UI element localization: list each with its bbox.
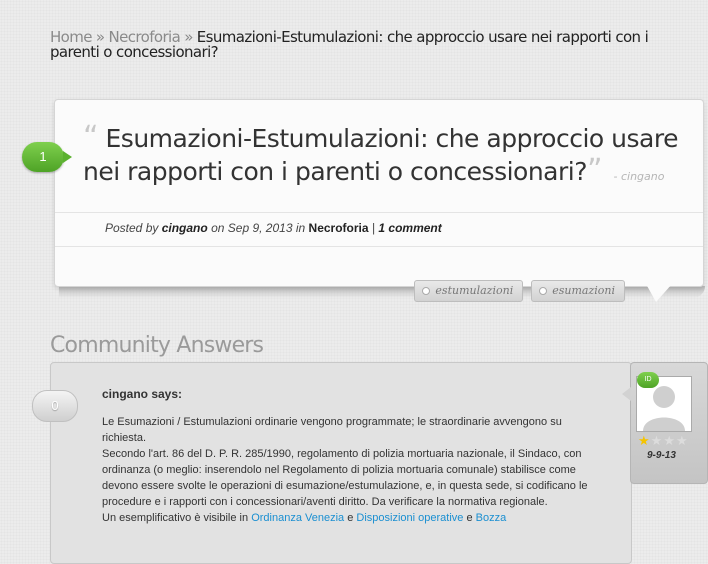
answer-number-badge: 0 [32, 390, 78, 422]
breadcrumb: Home» Necroforia» Esumazioni-Estumulazioni… [50, 30, 690, 60]
star-filled-icon: ★ [638, 433, 651, 448]
tag-estumulazioni[interactable]: estumulazioni [414, 280, 524, 302]
tag-label: esumazioni [552, 284, 615, 297]
post-author-link[interactable]: cingano [162, 221, 208, 235]
answer-paragraph: Secondo l'art. 86 del D. P. R. 285/1990,… [102, 448, 588, 508]
answer-paragraph: Le Esumazioni / Estumulazioni ordinarie … [102, 416, 562, 444]
tag-esumazioni[interactable]: esumazioni [531, 280, 625, 302]
post-meta: Posted by cingano on Sep 9, 2013 in Necr… [105, 221, 442, 235]
meta-divider: | [371, 221, 376, 235]
answer-date: 9-9-13 [647, 450, 676, 461]
question-title: “ Esumazioni-Estumulazioni: che approcci… [83, 122, 683, 193]
divider [55, 246, 703, 247]
tag-hole-icon [422, 287, 431, 295]
speech-tail-icon [646, 284, 672, 302]
in-label: in [295, 221, 306, 235]
section-title: Community Answers [50, 333, 264, 358]
comments-link[interactable]: 1 comment [378, 221, 441, 235]
user-id-badge: ID [637, 372, 659, 388]
link-ordinanza-venezia[interactable]: Ordinanza Venezia [251, 512, 344, 524]
posted-by-label: Posted by [105, 221, 159, 235]
answer-author: cingano says: [102, 387, 183, 401]
tag-hole-icon [539, 287, 548, 295]
question-number-badge: 1 [22, 142, 72, 172]
on-label: on [211, 221, 225, 235]
answer-body: Le Esumazioni / Estumulazioni ordinarie … [102, 414, 607, 526]
divider [55, 212, 703, 213]
tag-label: estumulazioni [435, 284, 514, 297]
tag-list: estumulazioni esumazioni [414, 280, 625, 302]
answer-text: e [347, 512, 354, 524]
post-date: Sep 9, 2013 [227, 221, 293, 235]
star-empty-icon: ★ [675, 433, 689, 448]
link-bozza[interactable]: Bozza [476, 512, 507, 524]
question-author-tag: - cingano [613, 170, 665, 183]
rating-stars: ★★★★ [638, 433, 689, 449]
star-empty-icon: ★ [663, 433, 676, 448]
answer-text: Un esemplificativo è visibile in [102, 512, 249, 524]
close-quote-icon: ” [587, 153, 603, 188]
post-category-link[interactable]: Necroforia [309, 221, 369, 235]
open-quote-icon: “ [83, 120, 99, 155]
link-disposizioni-operative[interactable]: Disposizioni operative [356, 512, 463, 524]
answer-last-line: Un esemplificativo è visibile in Ordinan… [102, 510, 607, 526]
question-card: “ Esumazioni-Estumulazioni: che approcci… [54, 99, 705, 302]
answer-text: e [466, 512, 473, 524]
star-empty-icon: ★ [650, 433, 664, 448]
